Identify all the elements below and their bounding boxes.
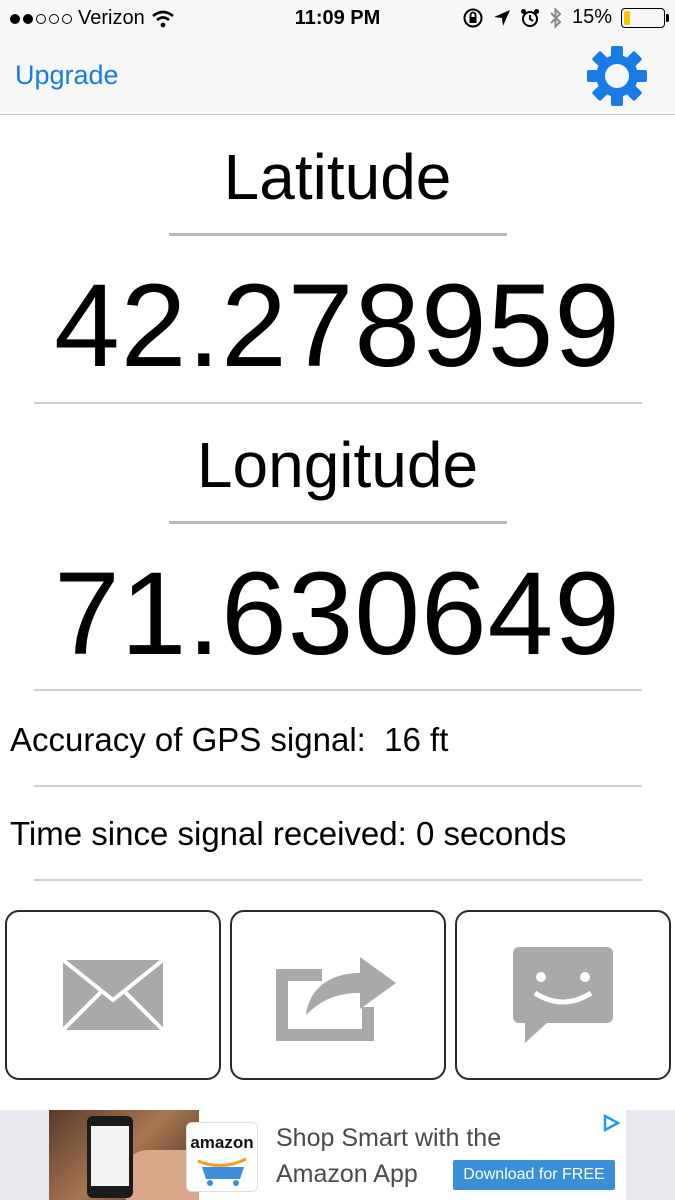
- longitude-label: Longitude: [196, 429, 479, 501]
- location-arrow-icon: [493, 9, 510, 26]
- ad-banner[interactable]: amazon Shop Smart with the Amazon App Do…: [0, 1110, 675, 1200]
- cart-icon: [197, 1157, 247, 1186]
- nav-bar: Upgrade: [0, 38, 675, 115]
- ad-subheadline: Amazon App: [276, 1160, 418, 1188]
- envelope-icon: [61, 958, 165, 1032]
- download-button[interactable]: Download for FREE: [453, 1160, 615, 1190]
- alarm-icon: [520, 8, 539, 27]
- rotation-lock-icon: [463, 8, 483, 27]
- divider: [34, 785, 642, 787]
- ad-headline: Shop Smart with the: [276, 1124, 502, 1152]
- longitude-value: 71.630649: [54, 548, 621, 680]
- status-bar: Verizon 11:09 PM 15%: [0, 0, 675, 38]
- time-since-signal: Time since signal received: 0 seconds: [10, 815, 567, 852]
- message-icon: [513, 947, 613, 1043]
- divider: [34, 402, 642, 404]
- email-button[interactable]: [5, 910, 221, 1080]
- amazon-app-logo: amazon: [186, 1122, 258, 1192]
- latitude-value: 42.278959: [54, 260, 621, 392]
- latitude-label: Latitude: [223, 141, 452, 213]
- status-icons: 15%: [462, 6, 669, 29]
- latitude-underline: [169, 233, 507, 236]
- gear-icon[interactable]: [585, 44, 649, 108]
- divider: [34, 689, 642, 691]
- share-button[interactable]: [230, 910, 446, 1080]
- gps-accuracy: Accuracy of GPS signal: 16 ft: [10, 721, 449, 758]
- bluetooth-icon: [550, 6, 562, 29]
- battery-icon: [621, 7, 669, 28]
- message-button[interactable]: [455, 910, 671, 1080]
- battery-percent: 15%: [571, 6, 612, 28]
- share-icon: [276, 957, 396, 1041]
- ad-content[interactable]: amazon Shop Smart with the Amazon App Do…: [49, 1110, 626, 1200]
- longitude-underline: [169, 521, 507, 524]
- battery-level: [624, 10, 630, 25]
- ad-choices-icon[interactable]: [602, 1114, 620, 1132]
- divider: [34, 879, 642, 881]
- upgrade-button[interactable]: Upgrade: [15, 60, 119, 91]
- ad-photo: [49, 1110, 199, 1200]
